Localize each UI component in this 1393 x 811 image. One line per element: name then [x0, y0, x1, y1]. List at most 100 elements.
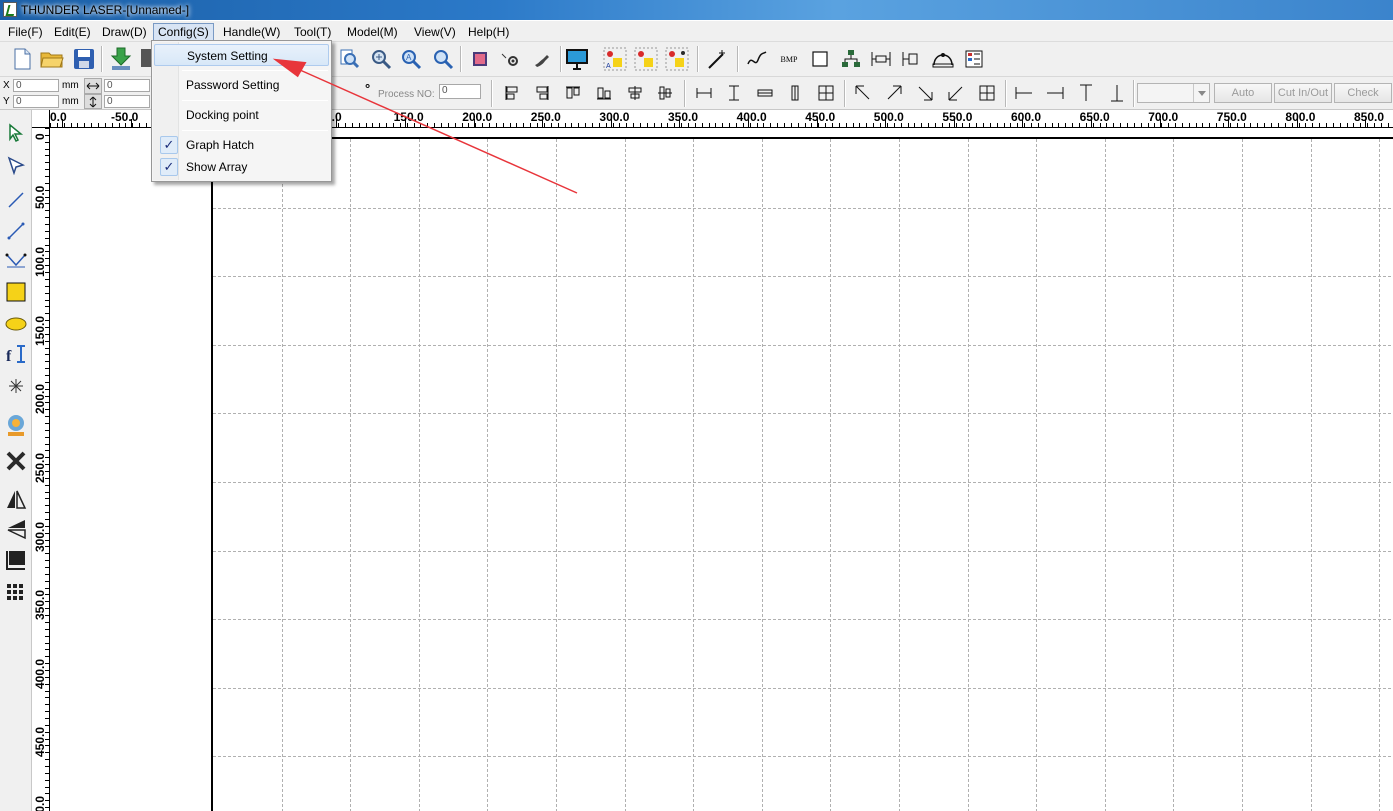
camera-icon[interactable]: [3, 412, 29, 438]
rectangle-outline-icon[interactable]: [808, 47, 832, 71]
layer-icon[interactable]: [962, 47, 986, 71]
open-folder-icon[interactable]: [40, 47, 64, 71]
same-size-v-icon[interactable]: [783, 81, 807, 105]
ellipse-icon[interactable]: [3, 311, 29, 337]
same-size-h-icon[interactable]: [753, 81, 777, 105]
align-icon[interactable]: [3, 547, 29, 573]
array-3-icon[interactable]: [665, 47, 689, 71]
process-no-input[interactable]: 0: [439, 84, 481, 99]
zoom-icon[interactable]: [369, 47, 393, 71]
grid-line-vertical: [1311, 139, 1312, 811]
monitor-icon[interactable]: [565, 47, 589, 71]
ruler-tick: [45, 478, 49, 479]
zoom-out-icon[interactable]: [431, 47, 455, 71]
x-unit: mm: [62, 80, 79, 91]
ruler-tick: [1065, 123, 1066, 127]
node-edit-icon[interactable]: [3, 152, 29, 178]
ruler-tick: [1154, 123, 1155, 127]
rectangle-icon[interactable]: [3, 279, 29, 305]
mirror-vertical-icon[interactable]: [3, 516, 29, 542]
ruler-tick: [119, 123, 120, 127]
horizontal-distribute-icon[interactable]: [869, 47, 893, 71]
align-to-bottom-icon[interactable]: [1105, 81, 1129, 105]
move-top-left-icon[interactable]: [851, 81, 875, 105]
pen-icon[interactable]: [530, 47, 554, 71]
ruler-tick: [45, 581, 49, 582]
move-bottom-left-icon[interactable]: [944, 81, 968, 105]
ruler-tick: [45, 533, 49, 534]
align-to-right-icon[interactable]: [1043, 81, 1067, 105]
align-vcenter-icon[interactable]: [653, 81, 677, 105]
drawing-canvas[interactable]: [51, 129, 1393, 811]
mirror-horizontal-icon[interactable]: [3, 486, 29, 512]
origin-icon[interactable]: [499, 47, 523, 71]
array-icon[interactable]: A: [603, 47, 627, 71]
text-icon[interactable]: f: [3, 341, 29, 367]
same-height-icon[interactable]: [722, 81, 746, 105]
ruler-label: 500.0: [873, 110, 904, 124]
menu-handle[interactable]: Handle(W): [218, 23, 285, 41]
move-center-icon[interactable]: [975, 81, 999, 105]
menu-model[interactable]: Model(M): [342, 23, 403, 41]
align-top-icon[interactable]: [561, 81, 585, 105]
move-top-right-icon[interactable]: [882, 81, 906, 105]
x-input[interactable]: 0: [13, 79, 59, 92]
align-right-icon[interactable]: [530, 81, 554, 105]
height-input[interactable]: 0: [104, 95, 150, 108]
path-order-icon[interactable]: [839, 47, 863, 71]
height-lock-icon[interactable]: [84, 94, 102, 109]
menu-edit[interactable]: Edit(E): [49, 23, 96, 41]
array-grid-icon[interactable]: [3, 579, 29, 605]
layer-select[interactable]: [1137, 83, 1210, 103]
zoom-select-icon[interactable]: A: [399, 47, 423, 71]
center-icon[interactable]: [814, 81, 838, 105]
align-to-left-icon[interactable]: [1012, 81, 1036, 105]
bmp-icon[interactable]: BMP: [777, 47, 801, 71]
line-icon[interactable]: [3, 187, 29, 213]
laser-head-icon[interactable]: [931, 47, 955, 71]
menu-help[interactable]: Help(H): [463, 23, 514, 41]
move-bottom-right-icon[interactable]: [913, 81, 937, 105]
width-input[interactable]: 0: [104, 79, 150, 92]
align-hcenter-icon[interactable]: [623, 81, 647, 105]
menu-tool[interactable]: Tool(T): [289, 23, 336, 41]
check-button[interactable]: Check: [1334, 83, 1392, 103]
menu-draw[interactable]: Draw(D): [97, 23, 152, 41]
save-icon[interactable]: [72, 47, 96, 71]
magic-wand-icon[interactable]: [705, 47, 729, 71]
menu-file[interactable]: File(F): [3, 23, 48, 41]
select-arrow-icon[interactable]: [3, 120, 29, 146]
import-icon[interactable]: [109, 47, 133, 71]
width-lock-icon[interactable]: [84, 78, 102, 94]
curve-icon[interactable]: [745, 47, 769, 71]
zoom-page-icon[interactable]: [338, 47, 362, 71]
polyline-icon[interactable]: [3, 218, 29, 244]
menu-item-graph-hatch[interactable]: ✓ Graph Hatch: [154, 134, 329, 156]
distribute-icon[interactable]: [900, 47, 924, 71]
menu-view[interactable]: View(V): [409, 23, 461, 41]
same-width-icon[interactable]: [692, 81, 716, 105]
align-bottom-icon[interactable]: [592, 81, 616, 105]
bezier-icon[interactable]: [3, 248, 29, 274]
ruler-tick: [366, 123, 367, 127]
auto-button[interactable]: Auto: [1214, 83, 1272, 103]
menu-config[interactable]: Config(S): [153, 23, 214, 41]
ruler-label: 250.0: [530, 110, 561, 124]
point-icon[interactable]: [3, 373, 29, 399]
menu-item-password-setting[interactable]: Password Setting: [154, 74, 329, 96]
menu-item-system-setting[interactable]: System Setting: [154, 44, 329, 66]
menu-item-show-array[interactable]: ✓ Show Array: [154, 156, 329, 178]
cut-in-out-button[interactable]: Cut In/Out: [1274, 83, 1332, 103]
align-left-icon[interactable]: [500, 81, 524, 105]
frame-icon[interactable]: [468, 47, 492, 71]
delete-icon[interactable]: [3, 448, 29, 474]
ruler-tick: [379, 123, 380, 127]
work-area[interactable]: [211, 137, 1393, 811]
new-file-icon[interactable]: [10, 47, 34, 71]
align-to-top-icon[interactable]: [1074, 81, 1098, 105]
y-input[interactable]: 0: [13, 95, 59, 108]
ruler-tick: [805, 123, 806, 127]
ruler-tick: [45, 718, 49, 719]
array-2-icon[interactable]: [634, 47, 658, 71]
menu-item-docking-point[interactable]: Docking point: [154, 104, 329, 126]
